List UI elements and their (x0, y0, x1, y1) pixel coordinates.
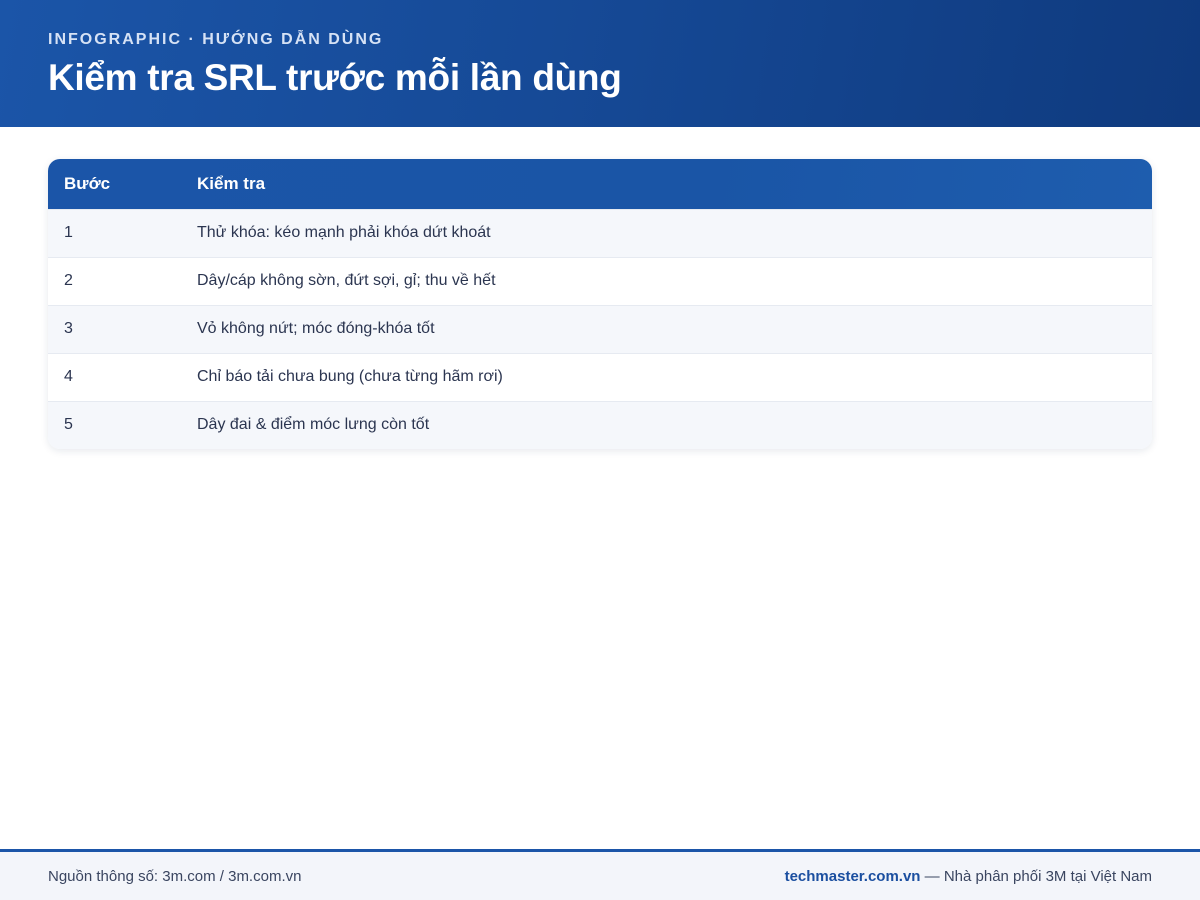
footer-source: Nguồn thông số: 3m.com / 3m.com.vn (48, 867, 302, 885)
check-text: Dây/cáp không sờn, đứt sợi, gỉ; thu về h… (181, 256, 1152, 305)
table-row: 2 Dây/cáp không sờn, đứt sợi, gỉ; thu về… (48, 256, 1152, 305)
step-number: 4 (48, 352, 181, 401)
table-row: 3 Vỏ không nứt; móc đóng-khóa tốt (48, 304, 1152, 353)
check-text: Chỉ báo tải chưa bung (chưa từng hãm rơi… (181, 352, 1152, 401)
check-text: Dây đai & điểm móc lưng còn tốt (181, 400, 1152, 449)
header-kicker: INFOGRAPHIC · HƯỚNG DẪN DÙNG (48, 31, 384, 48)
step-number: 2 (48, 256, 181, 305)
step-number: 3 (48, 304, 181, 353)
step-number: 1 (48, 208, 181, 257)
footer-brand-line: techmaster.com.vn — Nhà phân phối 3M tại… (785, 868, 1152, 885)
page-header: INFOGRAPHIC · HƯỚNG DẪN DÙNG Kiểm tra SR… (0, 0, 1200, 127)
table-row: 4 Chỉ báo tải chưa bung (chưa từng hãm r… (48, 352, 1152, 401)
table-row: 5 Dây đai & điểm móc lưng còn tốt (48, 400, 1152, 449)
page-footer: Nguồn thông số: 3m.com / 3m.com.vn techm… (0, 849, 1200, 900)
column-header-check: Kiểm tra (197, 173, 266, 193)
check-text: Vỏ không nứt; móc đóng-khóa tốt (181, 304, 1152, 353)
column-header-step: Bước (64, 173, 111, 193)
step-number: 5 (48, 400, 181, 449)
table-header-row: Bước Kiểm tra (48, 159, 1152, 209)
page-title: Kiểm tra SRL trước mỗi lần dùng (48, 57, 622, 98)
footer-brand-link[interactable]: techmaster.com.vn (785, 868, 921, 885)
checklist-table: Bước Kiểm tra 1 Thử khóa: kéo mạnh phải … (48, 159, 1152, 449)
footer-tagline: — Nhà phân phối 3M tại Việt Nam (920, 867, 1152, 885)
check-text: Thử khóa: kéo mạnh phải khóa dứt khoát (181, 208, 1152, 257)
checklist-table-card: Bước Kiểm tra 1 Thử khóa: kéo mạnh phải … (48, 159, 1152, 449)
table-row: 1 Thử khóa: kéo mạnh phải khóa dứt khoát (48, 208, 1152, 257)
